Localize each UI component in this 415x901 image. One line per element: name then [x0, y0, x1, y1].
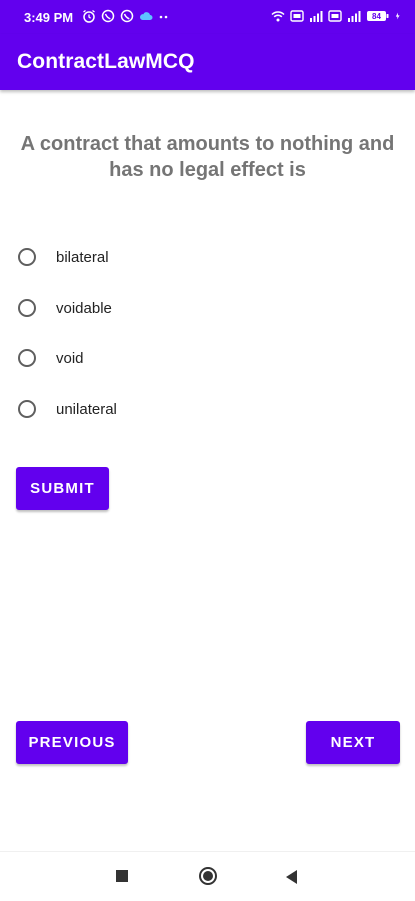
home-icon-inner [203, 871, 213, 881]
status-system-icons: 84 [271, 9, 403, 23]
option-label: void [56, 349, 84, 367]
back-icon[interactable] [286, 870, 297, 884]
volte-icon [290, 10, 304, 22]
app-bar: ContractLawMCQ [0, 34, 415, 90]
option-label: unilateral [56, 400, 117, 418]
status-bar: 3:49 PM 84 [0, 0, 415, 34]
previous-button[interactable]: PREVIOUS [16, 721, 128, 764]
next-button[interactable]: NEXT [306, 721, 400, 764]
system-nav-bar [0, 851, 415, 901]
option-label: bilateral [56, 248, 109, 266]
radio-button[interactable] [18, 299, 36, 317]
recents-icon[interactable] [116, 870, 128, 882]
option-void[interactable]: void [16, 333, 396, 383]
charging-icon [395, 12, 400, 20]
signal-icon [310, 11, 323, 22]
volte-icon [328, 10, 342, 22]
cloud-icon [140, 12, 153, 20]
battery-icon: 84 [367, 11, 389, 21]
option-label: voidable [56, 299, 112, 317]
option-unilateral[interactable]: unilateral [16, 384, 396, 434]
radio-button[interactable] [18, 400, 36, 418]
status-time: 3:49 PM [24, 10, 74, 25]
option-voidable[interactable]: voidable [16, 283, 396, 333]
radio-button[interactable] [18, 349, 36, 367]
question-text: A contract that amounts to nothing and h… [20, 133, 395, 181]
app-title: ContractLawMCQ [17, 50, 195, 73]
more-dots-icon [159, 15, 168, 19]
radio-button[interactable] [18, 248, 36, 266]
whatsapp-icon [120, 9, 134, 23]
alarm-icon [83, 9, 95, 23]
option-bilateral[interactable]: bilateral [16, 232, 396, 282]
signal-icon [348, 11, 361, 22]
status-notification-icons [82, 9, 172, 23]
home-icon[interactable] [199, 867, 217, 885]
battery-level: 84 [372, 12, 381, 21]
submit-button[interactable]: SUBMIT [16, 467, 109, 510]
whatsapp-icon [101, 9, 115, 23]
wifi-icon [271, 11, 285, 22]
